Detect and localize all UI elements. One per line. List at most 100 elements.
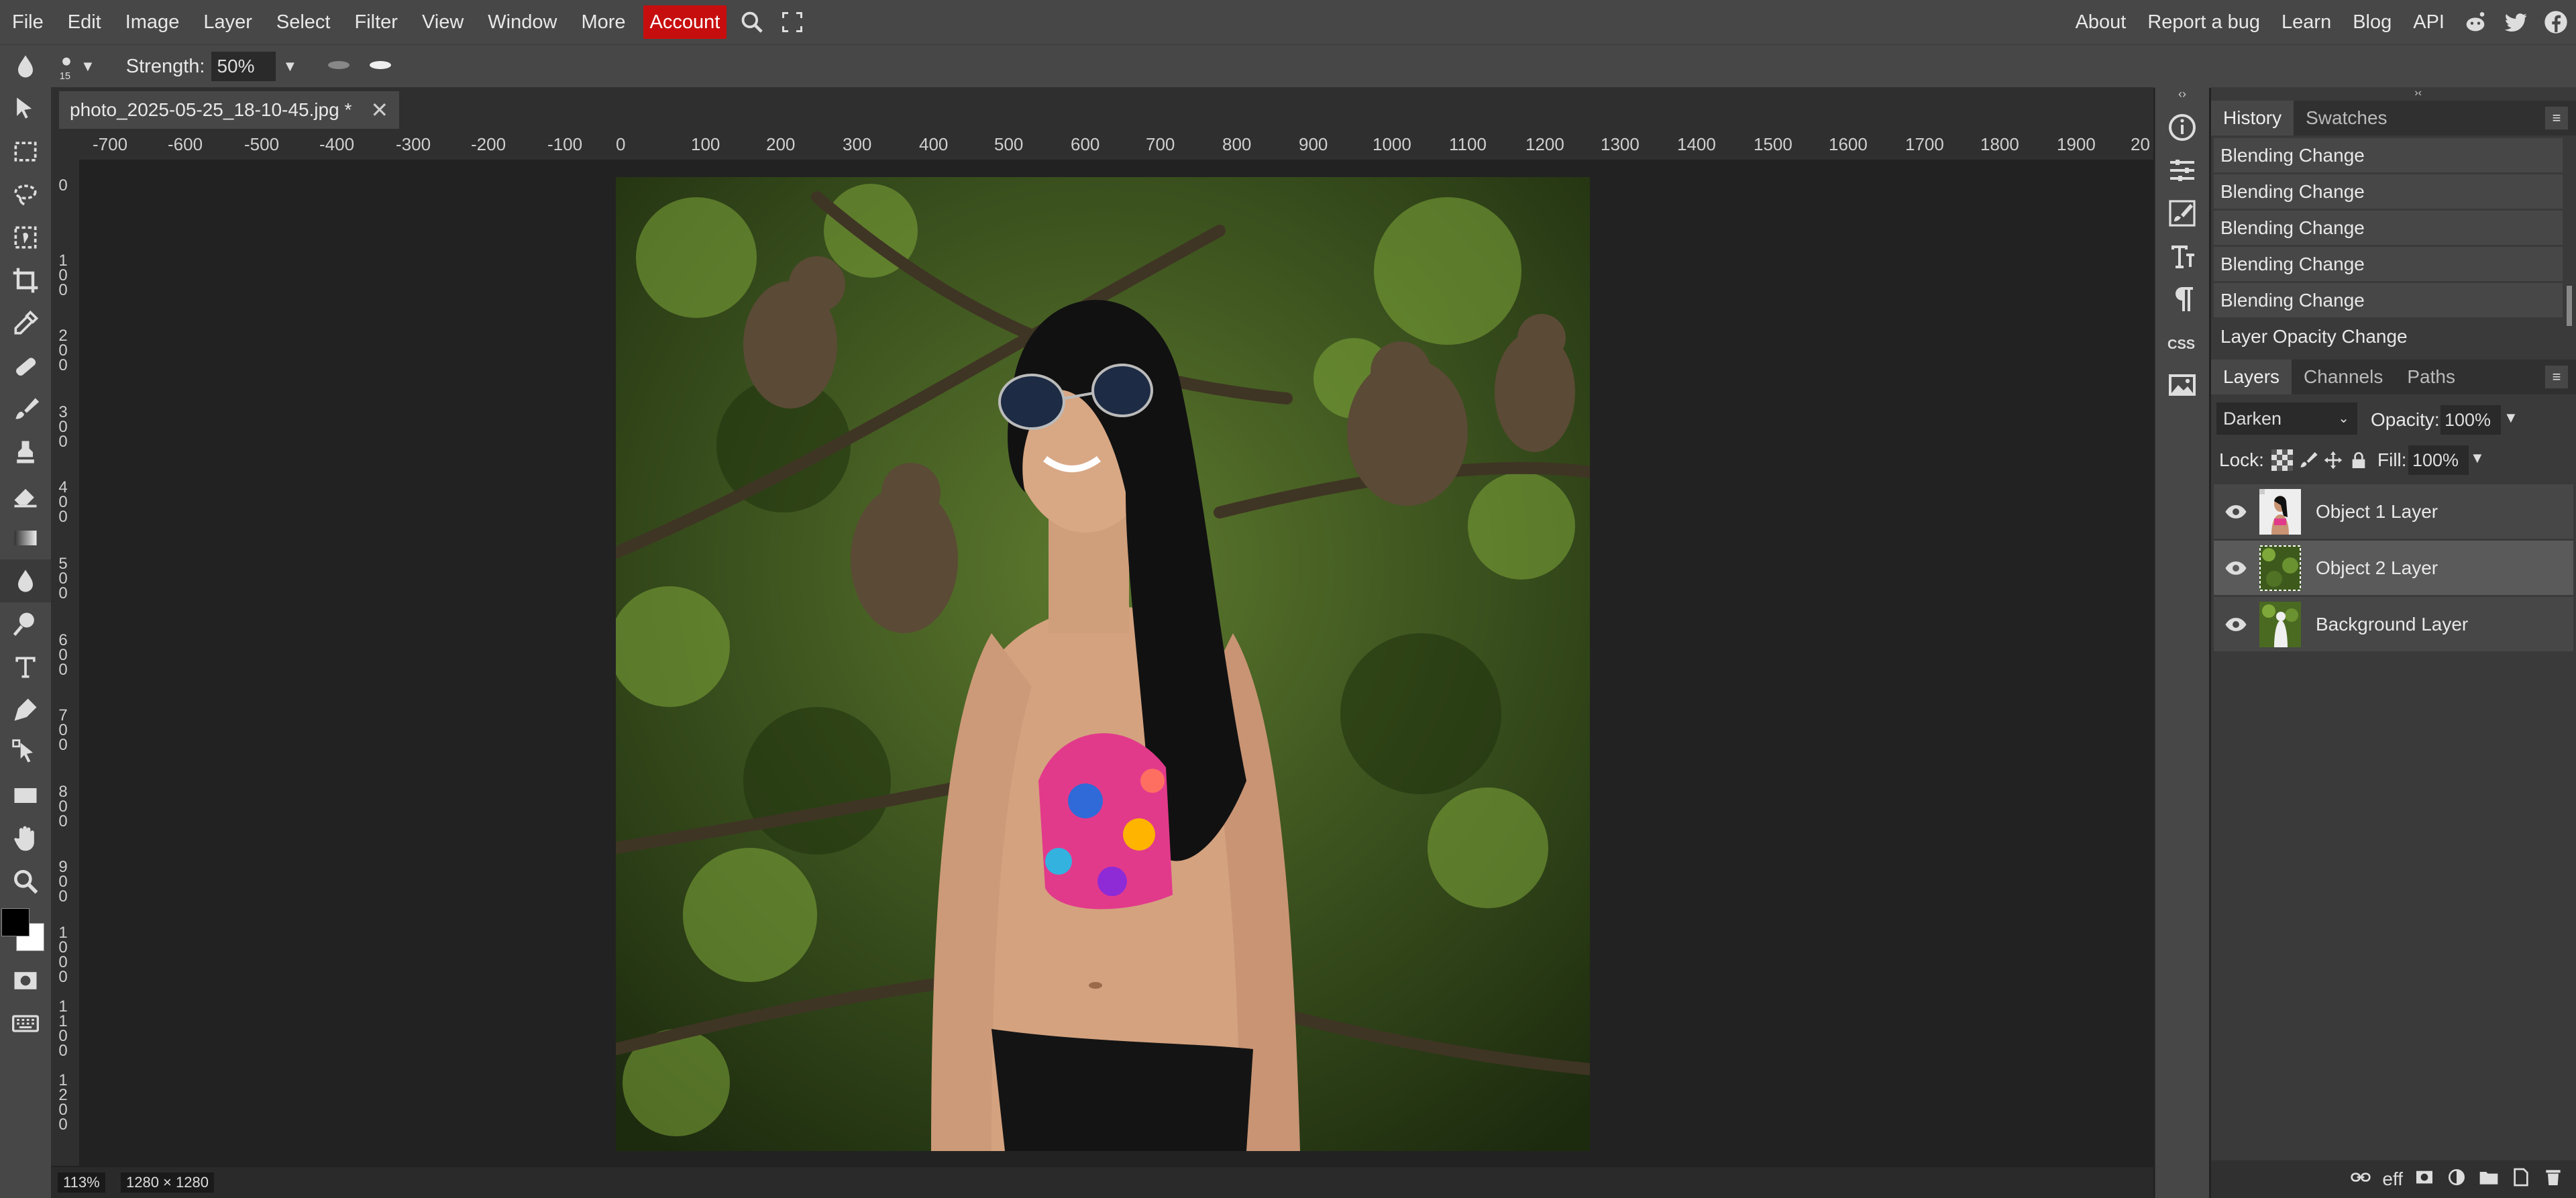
color-swatches[interactable] <box>0 903 51 959</box>
search-icon[interactable] <box>739 9 765 36</box>
history-scrollbar[interactable] <box>2567 286 2572 326</box>
document-tab[interactable]: photo_2025-05-25_18-10-45.jpg * ✕ <box>59 91 400 129</box>
foreground-color[interactable] <box>1 908 30 936</box>
path-select-tool[interactable] <box>0 731 51 774</box>
brush-panel-button[interactable] <box>2155 192 2209 235</box>
soft-brush-icon[interactable] <box>324 57 354 76</box>
facebook-icon[interactable] <box>2542 9 2569 36</box>
menu-filter[interactable]: Filter <box>342 0 409 44</box>
new-folder-icon[interactable] <box>2478 1166 2500 1193</box>
twitter-icon[interactable] <box>2502 9 2529 36</box>
collapse-arrows-icon[interactable]: ‹› <box>2155 87 2209 106</box>
new-layer-icon[interactable] <box>2510 1166 2532 1193</box>
marquee-tool[interactable] <box>0 130 51 173</box>
report-bug-link[interactable]: Report a bug <box>2137 11 2271 34</box>
menu-select[interactable]: Select <box>264 0 343 44</box>
shape-tool[interactable] <box>0 774 51 817</box>
menu-layer[interactable]: Layer <box>191 0 264 44</box>
tab-paths[interactable]: Paths <box>2395 360 2467 394</box>
layer-row-object-2[interactable]: Object 2 Layer <box>2214 541 2573 596</box>
quick-mask-tool[interactable] <box>0 959 51 1002</box>
hard-brush-icon[interactable] <box>366 57 395 76</box>
lock-brush-icon[interactable] <box>2297 449 2318 474</box>
layer-row-object-1[interactable]: Object 1 Layer <box>2214 484 2573 539</box>
link-layers-icon[interactable] <box>2350 1166 2371 1193</box>
keyboard-tool[interactable] <box>0 1002 51 1045</box>
menu-image[interactable]: Image <box>113 0 192 44</box>
fullscreen-icon[interactable] <box>779 9 806 36</box>
effects-button[interactable]: eff <box>2382 1168 2403 1190</box>
blend-mode-select[interactable]: Darken ⌄ <box>2216 402 2357 435</box>
menu-window[interactable]: Window <box>476 0 569 44</box>
history-item[interactable]: Blending Change <box>2214 211 2563 246</box>
history-item[interactable]: Layer Opacity Change <box>2214 319 2563 354</box>
adjustment-layer-icon[interactable] <box>2446 1166 2467 1193</box>
type-tool[interactable] <box>0 645 51 688</box>
dodge-tool[interactable] <box>0 602 51 645</box>
layer-row-background[interactable]: Background Layer <box>2214 597 2573 652</box>
image-panel-button[interactable] <box>2155 364 2209 406</box>
history-item[interactable]: Blending Change <box>2214 174 2563 209</box>
crop-tool[interactable] <box>0 259 51 302</box>
chevron-down-icon[interactable]: ▼ <box>2504 409 2518 427</box>
image-canvas[interactable] <box>616 177 1590 1151</box>
zoom-level[interactable]: 113% <box>58 1173 105 1193</box>
layer-mask-icon[interactable] <box>2414 1166 2435 1193</box>
blog-link[interactable]: Blog <box>2342 11 2402 34</box>
move-tool[interactable] <box>0 87 51 130</box>
eye-icon[interactable] <box>2224 557 2247 580</box>
panel-menu-icon[interactable]: ≡ <box>2545 366 2568 388</box>
quick-select-tool[interactable] <box>0 216 51 259</box>
account-button[interactable]: Account <box>643 5 727 39</box>
chevron-down-icon[interactable]: ▼ <box>2470 449 2485 467</box>
api-link[interactable]: API <box>2402 11 2455 34</box>
menu-file[interactable]: File <box>0 0 56 44</box>
ruler-tick: 700 <box>58 706 68 754</box>
css-panel-button[interactable]: CSS <box>2155 321 2209 364</box>
tab-history[interactable]: History <box>2211 101 2294 135</box>
history-tab-bar: History Swatches ≡ <box>2211 101 2576 135</box>
menu-more[interactable]: More <box>569 0 637 44</box>
learn-link[interactable]: Learn <box>2271 11 2342 34</box>
about-link[interactable]: About <box>2065 11 2137 34</box>
close-icon[interactable]: ✕ <box>370 97 388 123</box>
reddit-icon[interactable] <box>2462 9 2489 36</box>
trash-icon[interactable] <box>2542 1166 2564 1193</box>
menu-view[interactable]: View <box>410 0 476 44</box>
character-panel-button[interactable] <box>2155 235 2209 278</box>
panel-menu-icon[interactable]: ≡ <box>2545 107 2568 129</box>
healing-tool[interactable] <box>0 345 51 388</box>
chevron-down-icon[interactable]: ▼ <box>282 58 297 75</box>
lasso-tool[interactable] <box>0 173 51 216</box>
eraser-tool[interactable] <box>0 474 51 516</box>
collapse-arrows-icon[interactable]: ›‹ <box>2211 87 2576 101</box>
strength-input[interactable]: 50% <box>211 52 276 81</box>
info-panel-button[interactable] <box>2155 106 2209 149</box>
hand-tool[interactable] <box>0 817 51 860</box>
history-item[interactable]: Blending Change <box>2214 283 2563 318</box>
eyedropper-tool[interactable] <box>0 302 51 345</box>
lock-all-icon[interactable] <box>2348 449 2369 474</box>
fill-input[interactable]: 100% <box>2408 445 2469 475</box>
blur-tool[interactable] <box>0 559 51 602</box>
lock-move-icon[interactable] <box>2322 449 2344 474</box>
lock-transparency-icon[interactable] <box>2271 449 2293 474</box>
tab-channels[interactable]: Channels <box>2292 360 2395 394</box>
opacity-input[interactable]: 100% <box>2440 405 2501 435</box>
brush-tool[interactable] <box>0 388 51 431</box>
clone-stamp-tool[interactable] <box>0 431 51 474</box>
brush-size-picker[interactable]: 15 ▼ <box>56 52 95 81</box>
history-item[interactable]: Blending Change <box>2214 247 2563 282</box>
menu-edit[interactable]: Edit <box>56 0 113 44</box>
eye-icon[interactable] <box>2224 613 2247 636</box>
pen-tool[interactable] <box>0 688 51 731</box>
keyboard-icon <box>12 1015 39 1032</box>
zoom-tool[interactable] <box>0 860 51 903</box>
tab-swatches[interactable]: Swatches <box>2294 101 2399 135</box>
paragraph-panel-button[interactable] <box>2155 278 2209 321</box>
gradient-tool[interactable] <box>0 516 51 559</box>
history-item[interactable]: Blending Change <box>2214 138 2563 173</box>
eye-icon[interactable] <box>2224 500 2247 523</box>
adjustments-panel-button[interactable] <box>2155 149 2209 192</box>
tab-layers[interactable]: Layers <box>2211 360 2292 394</box>
